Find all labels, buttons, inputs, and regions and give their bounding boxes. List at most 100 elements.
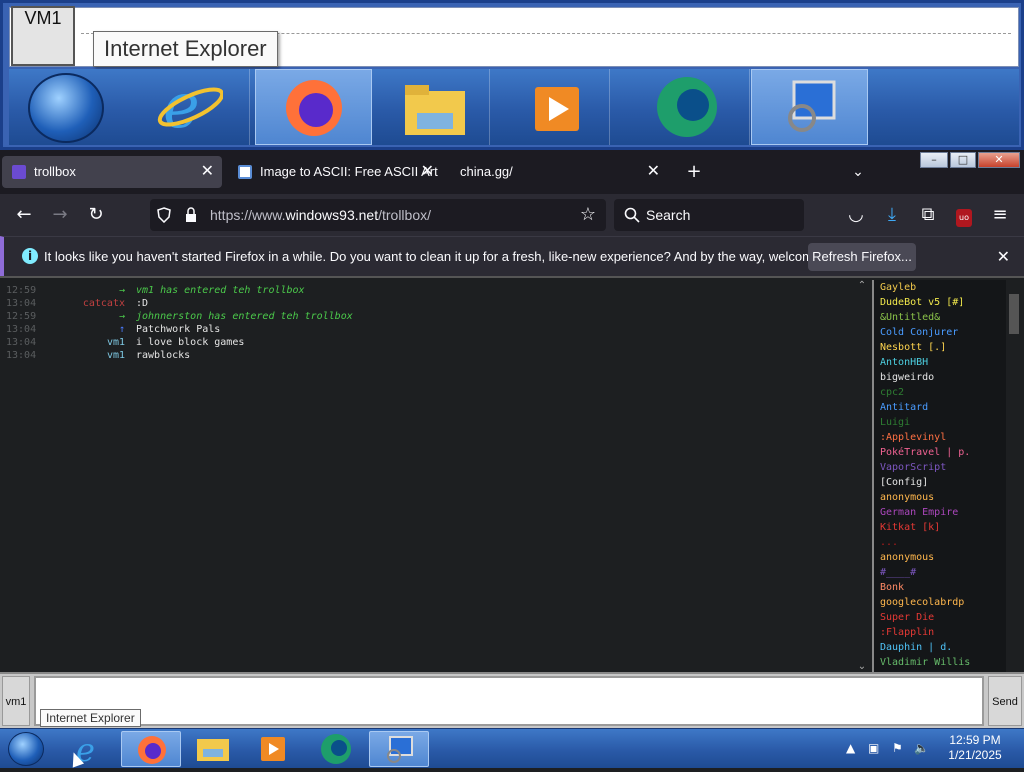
scroll-thumb[interactable] <box>1009 294 1019 334</box>
close-tab-icon[interactable]: ✕ <box>201 156 214 188</box>
menu-icon[interactable]: ≡ <box>988 203 1012 227</box>
user-list-item[interactable]: ... <box>874 535 1006 550</box>
scroll-up-icon[interactable]: ⌃ <box>855 280 869 291</box>
user-list-item[interactable]: PokéTravel | p. <box>874 445 1006 460</box>
message-input[interactable] <box>34 676 984 726</box>
user-list-scrollbar[interactable] <box>1006 280 1022 672</box>
shield-icon[interactable] <box>156 207 172 223</box>
bookmark-star-icon[interactable]: ☆ <box>576 203 600 227</box>
zoomed-remote-desktop-button[interactable] <box>751 69 868 145</box>
close-notification-icon[interactable]: ✕ <box>997 237 1010 277</box>
user-list-item[interactable]: Super Die <box>874 610 1006 625</box>
user-list-item[interactable]: Nesbott [.] <box>874 340 1006 355</box>
message-body: vm1 has entered teh trollbox <box>136 285 305 296</box>
message-nick[interactable]: → <box>119 284 125 297</box>
user-list-item[interactable]: Antitard <box>874 400 1006 415</box>
remote-desktop-icon <box>788 80 836 132</box>
user-list-item[interactable]: Gayleb <box>874 280 1006 295</box>
message-nick[interactable]: → <box>119 310 125 323</box>
start-button[interactable] <box>8 732 44 766</box>
zoomed-media-player-button[interactable] <box>493 69 610 145</box>
search-placeholder: Search <box>646 207 691 223</box>
user-list-item[interactable]: Vladimir Willis <box>874 655 1006 670</box>
nickname-button[interactable]: vm1 <box>2 676 30 726</box>
maximize-button[interactable]: □ <box>950 152 976 168</box>
user-list-item[interactable]: :Applevinyl <box>874 430 1006 445</box>
reload-icon[interactable]: ↻ <box>84 203 108 227</box>
notification-bar: i It looks like you haven't started Fire… <box>0 236 1024 276</box>
lock-icon[interactable] <box>184 207 198 223</box>
action-center-flag-icon[interactable]: ⚑ <box>892 741 903 755</box>
user-list-item[interactable]: anonymous <box>874 490 1006 505</box>
info-icon: i <box>22 248 38 264</box>
user-list-item[interactable]: bigweirdo <box>874 370 1006 385</box>
user-list-item[interactable]: &Untitled& <box>874 310 1006 325</box>
user-list-item[interactable]: Cold Conjurer <box>874 325 1006 340</box>
url-bar[interactable]: https://www.windows93.net/trollbox/ ☆ <box>150 199 606 231</box>
user-list-item[interactable]: German Empire <box>874 505 1006 520</box>
user-list-item[interactable]: :Flapplin <box>874 625 1006 640</box>
send-button[interactable]: Send <box>988 676 1022 726</box>
network-icon[interactable]: ▣ <box>868 741 879 755</box>
user-list-item[interactable]: #____# <box>874 565 1006 580</box>
user-list-item[interactable]: Kitkat [k] <box>874 520 1006 535</box>
new-tab-icon[interactable]: + <box>682 160 706 184</box>
scroll-down-icon[interactable]: ⌄ <box>855 661 869 672</box>
user-list-item[interactable]: Dauphin | d. <box>874 640 1006 655</box>
user-list-item[interactable]: DudeBot v5 [#] <box>874 295 1006 310</box>
firefox-icon <box>286 80 342 136</box>
tab-trollbox[interactable]: trollbox ✕ <box>2 156 222 188</box>
message-nick[interactable]: vm1 <box>107 349 125 362</box>
system-clock[interactable]: 12:59 PM 1/21/2025 <box>940 733 1010 763</box>
ublock-icon[interactable]: uo <box>952 203 976 227</box>
volume-muted-icon[interactable]: 🔈 <box>914 741 929 755</box>
user-list-item[interactable]: cpc2 <box>874 385 1006 400</box>
edge-icon <box>657 77 717 137</box>
media-player-icon <box>535 87 579 131</box>
trollbox-page: 12:59 → vm1 has entered teh trollbox 13:04 c… <box>0 276 1024 672</box>
taskbar-explorer-button[interactable] <box>183 731 243 767</box>
user-list-item[interactable]: [Config] <box>874 475 1006 490</box>
zoomed-tooltip: Internet Explorer <box>93 31 278 67</box>
user-list-item[interactable]: googlecolabrdp <box>874 595 1006 610</box>
url-text: https://www.windows93.net/trollbox/ <box>210 207 432 223</box>
magnifier-view: VM1 Internet Explorer e <box>0 0 1024 150</box>
taskbar-browser-button[interactable] <box>306 731 366 767</box>
tab-china-gg[interactable]: china.gg/ ✕ <box>428 156 668 188</box>
message-time: 12:59 <box>6 285 37 296</box>
list-tabs-icon[interactable]: ⌄ <box>846 160 870 184</box>
ie-icon: e <box>76 731 95 769</box>
user-list-item[interactable]: Bonk <box>874 580 1006 595</box>
zoomed-ie-button[interactable]: e <box>133 69 250 145</box>
show-hidden-icons[interactable]: ▲ <box>846 741 855 755</box>
taskbar-firefox-button[interactable] <box>121 731 181 767</box>
chat-message: 13:04 catcatx:D <box>0 297 855 310</box>
search-bar[interactable]: Search <box>614 199 804 231</box>
refresh-firefox-button[interactable]: Refresh Firefox... <box>808 243 916 271</box>
user-list-item[interactable]: Luigi <box>874 415 1006 430</box>
user-list-item[interactable]: VaporScript <box>874 460 1006 475</box>
taskbar-ie-button[interactable]: e <box>60 731 120 769</box>
minimize-button[interactable]: – <box>920 152 948 168</box>
taskbar-remote-desktop-button[interactable] <box>369 731 429 767</box>
pocket-icon[interactable]: ◡ <box>844 203 868 227</box>
trollbox-favicon <box>12 165 26 179</box>
message-nick[interactable]: ↑ <box>119 323 125 336</box>
close-window-button[interactable]: ✕ <box>978 152 1020 168</box>
message-nick[interactable]: vm1 <box>107 336 125 349</box>
user-list-item[interactable]: AntonHBH <box>874 355 1006 370</box>
zoomed-browser-button[interactable] <box>633 69 750 145</box>
zoomed-firefox-button[interactable] <box>255 69 372 145</box>
tab-image-to-ascii[interactable]: Image to ASCII: Free ASCII Art C ✕ <box>228 156 442 188</box>
extensions-icon[interactable]: ⧉ <box>916 203 940 227</box>
downloads-icon[interactable]: ⤓ <box>880 203 904 227</box>
zoomed-start-orb[interactable] <box>28 73 104 143</box>
message-nick[interactable]: catcatx <box>83 297 125 310</box>
user-list-item[interactable]: anonymous <box>874 550 1006 565</box>
forward-icon[interactable]: → <box>48 203 72 227</box>
back-icon[interactable]: ← <box>12 203 36 227</box>
chat-scrollbar[interactable]: ⌃ ⌄ <box>855 280 869 672</box>
close-tab-icon[interactable]: ✕ <box>647 156 660 188</box>
taskbar-media-player-button[interactable] <box>243 731 303 767</box>
zoomed-explorer-button[interactable] <box>373 69 490 145</box>
